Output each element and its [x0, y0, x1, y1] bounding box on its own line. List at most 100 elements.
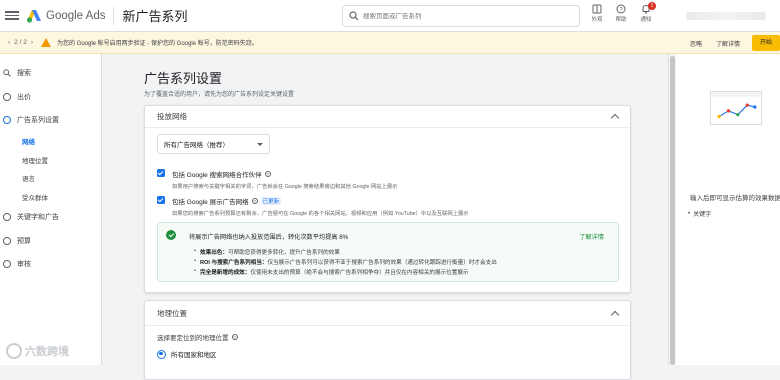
estimate-bullet-label: 关键字 — [693, 212, 712, 218]
notifications-label: 通知 — [640, 17, 652, 23]
sidebar-item-review[interactable]: 审核 — [0, 259, 31, 269]
recommendation-bullet: 效果出色：可帮助您获得更多转化，提升广告系列的效果 — [194, 248, 340, 256]
watermark: 六数跨境 — [6, 343, 69, 359]
google-ads-logo-icon — [26, 9, 41, 23]
circle-icon — [3, 116, 11, 124]
search-partners-label: 包括 Google 搜索网络合作伙伴 — [172, 172, 262, 179]
display-network-label: 包括 Google 展示广告网络 — [172, 199, 249, 206]
help-button[interactable]: ? 帮助 — [609, 4, 633, 23]
help-icon[interactable]: ? — [264, 171, 271, 177]
search-partners-option: 包括 Google 搜索网络合作伙伴 ? 如果用户搜索与关键字相关的字词，广告就… — [157, 169, 397, 190]
help-label: 帮助 — [615, 17, 627, 23]
divider — [113, 6, 115, 25]
sidebar-item-bidding[interactable]: 出价 — [0, 92, 31, 102]
display-network-checkbox[interactable] — [157, 196, 165, 204]
main-content: 广告系列设置 为了覆盖合适的用户，请先为您的广告系列设定关键设置 投放网络 所有… — [102, 54, 668, 380]
sidebar-subitem-audiences[interactable]: 受众群体 — [22, 192, 48, 202]
campaign-title: 新广告系列 — [122, 9, 188, 24]
networks-card-header[interactable]: 投放网络 — [145, 106, 630, 128]
network-select-value: 所有广告网络（推荐） — [164, 142, 229, 149]
circle-icon — [3, 93, 11, 101]
start-button[interactable]: 开始 — [752, 35, 780, 51]
setup-sidebar: 搜索 出价 广告系列设置 网络 地理位置 语言 受众群体 关键字和广告 预算 审… — [0, 54, 102, 365]
menu-icon[interactable] — [5, 11, 19, 20]
circle-icon — [3, 260, 11, 268]
appearance-icon — [592, 4, 602, 14]
notification-badge: 1 — [648, 2, 656, 10]
sidebar-item-label: 搜索 — [17, 70, 31, 77]
top-app-bar: Google Ads 新广告系列 外观 ? 帮助 1 通知 — [0, 0, 780, 32]
sidebar-item-keywords-ads[interactable]: 关键字和广告 — [0, 212, 59, 222]
recommendation-learn-more-link[interactable]: 了解详情 — [579, 232, 604, 241]
main-scrollbar[interactable] — [668, 54, 676, 365]
chevron-up-icon[interactable] — [610, 113, 620, 123]
locations-card: 地理位置 选择要定位到的地理位置 ? 所有国家和地区 — [144, 300, 631, 380]
search-bar[interactable] — [342, 5, 580, 27]
sidebar-subitem-networks[interactable]: 网络 — [22, 136, 35, 146]
google-ads-logo[interactable]: Google Ads — [26, 9, 105, 23]
recommendation-headline: 将展示广告网络也纳入投放范围后，转化次数平均提高 8% — [189, 234, 349, 241]
notice-pager: ‹ 2 / 2 › — [8, 39, 33, 46]
search-input[interactable] — [363, 12, 563, 20]
notifications-button[interactable]: 1 通知 — [634, 2, 658, 23]
network-select[interactable]: 所有广告网络（推荐） — [157, 134, 270, 154]
search-icon — [349, 11, 359, 21]
location-option-all[interactable]: 所有国家和地区 — [157, 349, 217, 359]
chevron-up-icon[interactable] — [610, 310, 620, 319]
location-prompt-text: 选择要定位到的地理位置 — [157, 335, 229, 342]
watermark-logo-icon — [6, 343, 22, 359]
performance-estimate-panel: 输入后即可显示估算的效果数据 • 关键字 — [676, 54, 780, 365]
appearance-button[interactable]: 外观 — [585, 4, 609, 23]
account-menu[interactable] — [686, 12, 766, 20]
circle-icon — [3, 237, 11, 245]
chevron-right-icon[interactable]: › — [31, 39, 33, 46]
sidebar-item-budget[interactable]: 预算 — [0, 236, 31, 246]
caret-down-icon — [257, 142, 263, 146]
learn-more-link[interactable]: 了解详情 — [716, 39, 740, 48]
networks-card-title: 投放网络 — [157, 112, 187, 121]
search-partners-checkbox[interactable] — [157, 169, 165, 177]
location-all-label: 所有国家和地区 — [171, 352, 217, 359]
sidebar-item-label: 广告系列设置 — [17, 117, 59, 124]
updated-badge: 已更新 — [260, 197, 282, 205]
bullet-icon: • — [688, 210, 691, 217]
location-prompt: 选择要定位到的地理位置 ? — [157, 332, 238, 342]
locations-card-header[interactable]: 地理位置 — [145, 301, 630, 325]
sidebar-item-label: 出价 — [17, 94, 31, 101]
recommendation-bullet: ROI 与搜索广告系列相当：仅当展示广告系列可以获得不亚于搜索广告系列的效果（通… — [194, 258, 497, 266]
recommendation-box: 将展示广告网络也纳入投放范围后，转化次数平均提高 8% 了解详情 效果出色：可帮… — [157, 222, 619, 282]
warning-icon — [41, 38, 51, 47]
security-notice-bar: ‹ 2 / 2 › 为您的 Google 帐号启用两步验证 - 保护您的 Goo… — [0, 32, 780, 54]
page-title: 广告系列设置 — [144, 71, 223, 86]
networks-card: 投放网络 所有广告网络（推荐） 包括 Google 搜索网络合作伙伴 ? 如果用… — [144, 105, 631, 293]
display-network-description: 如果您的搜索广告系列预算还有剩余，广告便可在 Google 的各个相关网站、视频… — [172, 211, 469, 217]
dismiss-link[interactable]: 忽略 — [690, 39, 702, 48]
chart-illustration-icon — [710, 91, 762, 125]
circle-icon — [3, 213, 11, 221]
watermark-text: 六数跨境 — [25, 346, 69, 358]
notice-message: 为您的 Google 帐号启用两步验证 - 保护您的 Google 帐号，防范密… — [57, 41, 258, 47]
chevron-left-icon[interactable]: ‹ — [8, 39, 10, 46]
sidebar-subitem-languages[interactable]: 语言 — [22, 173, 35, 183]
help-icon[interactable]: ? — [251, 198, 258, 204]
sidebar-item-label: 关键字和广告 — [17, 214, 59, 221]
help-icon[interactable]: ? — [231, 334, 238, 340]
sidebar-item-label: 审核 — [17, 261, 31, 268]
check-circle-icon — [166, 230, 176, 240]
estimate-hint-text: 输入后即可显示估算的效果数据 — [690, 195, 780, 202]
estimate-bullet: • 关键字 — [688, 209, 712, 219]
recommendation-bullet: 完全是新增的成效：仅使用未支出的预算（绝不会与搜索广告系列相争夺）并且仅在内容相… — [194, 268, 469, 276]
sidebar-item-label: 预算 — [17, 238, 31, 245]
search-partners-description: 如果用户搜索与关键字相关的字词，广告就会在 Google 搜索结果旁边和其他 G… — [172, 184, 398, 190]
sidebar-item-campaign-settings[interactable]: 广告系列设置 — [0, 115, 59, 125]
sidebar-item-search[interactable]: 搜索 — [0, 68, 31, 78]
help-icon: ? — [616, 4, 626, 14]
notice-pager-text: 2 / 2 — [14, 39, 27, 46]
appearance-label: 外观 — [591, 17, 603, 23]
location-all-radio[interactable] — [157, 349, 166, 359]
page-subtitle: 为了覆盖合适的用户，请先为您的广告系列设定关键设置 — [144, 92, 295, 98]
scrollbar-thumb[interactable] — [670, 56, 675, 365]
locations-card-title: 地理位置 — [157, 308, 187, 318]
search-icon — [3, 69, 11, 77]
sidebar-subitem-locations[interactable]: 地理位置 — [22, 155, 48, 165]
